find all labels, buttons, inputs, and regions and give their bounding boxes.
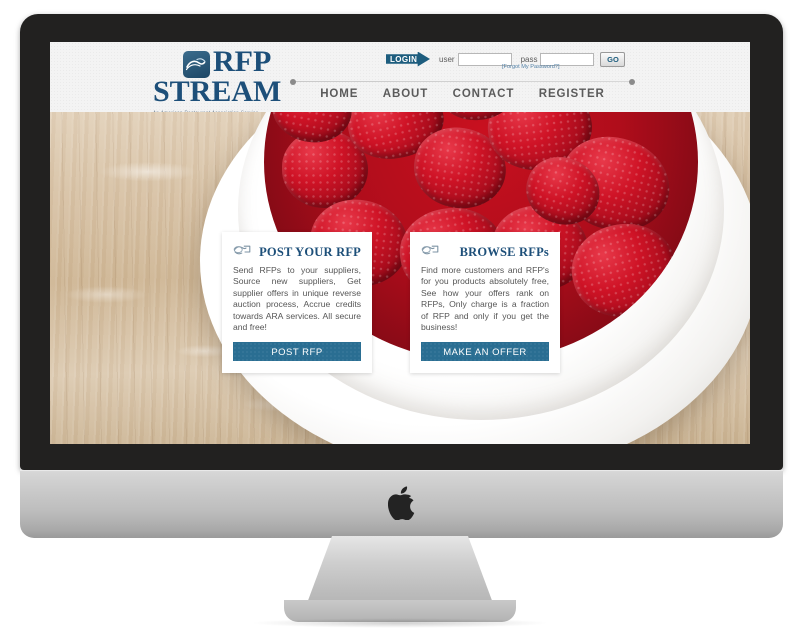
handshake-icon (421, 243, 440, 261)
nav-item-about[interactable]: ABOUT (383, 88, 428, 100)
screenshot-stage: RFP STREAM An American Restaurant Associ… (0, 0, 800, 638)
nav-divider-line (294, 81, 631, 82)
wave-logo-icon (183, 51, 210, 78)
imac-shadow (250, 618, 550, 628)
card-post-rfp-body: Send RFPs to your suppliers, Source new … (233, 265, 361, 333)
card-browse-rfps-body: Find more customers and RFP's for you pr… (421, 265, 549, 333)
nav-item-home[interactable]: HOME (320, 88, 358, 100)
card-browse-rfps: BROWSE RFPs Find more customers and RFP'… (410, 232, 560, 374)
card-post-rfp: POST YOUR RFP Send RFPs to your supplier… (222, 232, 372, 374)
card-post-rfp-title: POST YOUR RFP (259, 244, 361, 259)
apple-logo (387, 486, 416, 521)
card-post-rfp-header: POST YOUR RFP (233, 243, 361, 261)
card-browse-rfps-title: BROWSE RFPs (459, 244, 549, 259)
nav-item-contact[interactable]: CONTACT (453, 88, 515, 100)
forgot-password-link[interactable]: [Forgot My Password?] (502, 64, 560, 70)
hero-section: POST YOUR RFP Send RFPs to your supplier… (50, 112, 750, 444)
hero-image (50, 112, 750, 444)
pass-label: pass (520, 54, 538, 64)
nav-divider-dot-right (629, 78, 635, 85)
nav-divider (290, 78, 635, 85)
site-header: RFP STREAM An American Restaurant Associ… (50, 42, 750, 116)
card-browse-rfps-header: BROWSE RFPs (421, 243, 549, 261)
imac-screen: RFP STREAM An American Restaurant Associ… (50, 42, 750, 444)
go-button[interactable]: GO (600, 51, 626, 67)
handshake-icon (233, 243, 252, 261)
user-label: user (439, 54, 455, 64)
main-nav: HOME ABOUT CONTACT REGISTER (290, 78, 635, 100)
post-rfp-button[interactable]: POST RFP (233, 342, 361, 362)
make-an-offer-button[interactable]: MAKE AN OFFER (421, 342, 549, 362)
nav-divider-dot-left (290, 78, 296, 85)
nav-item-register[interactable]: REGISTER (539, 88, 605, 100)
imac-chin (20, 470, 783, 538)
login-button[interactable]: LOGIN (386, 51, 430, 67)
login-button-label: LOGIN (390, 54, 418, 64)
logo-line-1: RFP (213, 45, 272, 78)
